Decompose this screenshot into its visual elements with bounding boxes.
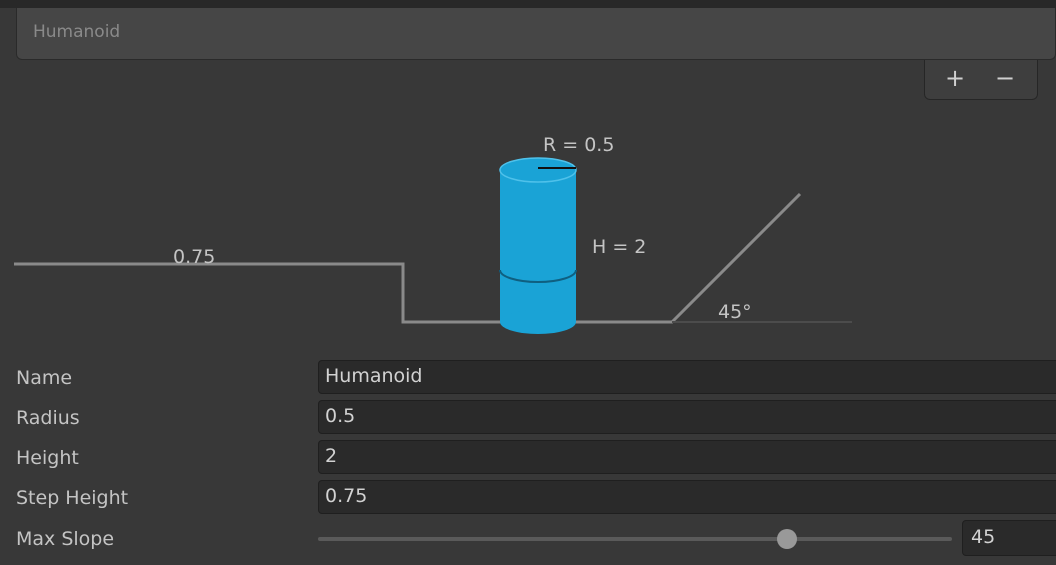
- name-field[interactable]: Humanoid: [318, 360, 1056, 394]
- agent-list-item-label: Humanoid: [33, 22, 121, 42]
- max-slope-slider-thumb[interactable]: [777, 529, 798, 549]
- top-strip: [0, 0, 1056, 8]
- agent-diagram-svg: [14, 157, 852, 334]
- max-slope-prop-label: Max Slope: [16, 528, 115, 550]
- agent-preview-diagram: R = 0.5 H = 2 0.75 45°: [0, 100, 1056, 350]
- radius-label: R = 0.5: [543, 134, 615, 156]
- add-button[interactable]: +: [937, 62, 973, 94]
- max-slope-field[interactable]: 45: [962, 520, 1056, 556]
- height-label: H = 2: [592, 236, 647, 258]
- step-height-field[interactable]: 0.75: [318, 480, 1056, 514]
- radius-prop-label: Radius: [16, 407, 80, 429]
- agent-list-item[interactable]: Humanoid: [16, 8, 1056, 60]
- step-height-prop-label: Step Height: [16, 487, 129, 509]
- radius-field[interactable]: 0.5: [318, 400, 1056, 434]
- max-slope-slider-track[interactable]: [318, 537, 952, 541]
- remove-button[interactable]: −: [987, 62, 1023, 94]
- step-height-label: 0.75: [173, 246, 216, 268]
- slope-label: 45°: [718, 301, 752, 323]
- agent-cylinder: [499, 157, 577, 334]
- height-prop-label: Height: [16, 447, 79, 469]
- height-field[interactable]: 2: [318, 440, 1056, 474]
- name-label: Name: [16, 367, 73, 389]
- list-add-remove-buttons: + −: [924, 60, 1038, 100]
- ground-profile: [14, 192, 802, 324]
